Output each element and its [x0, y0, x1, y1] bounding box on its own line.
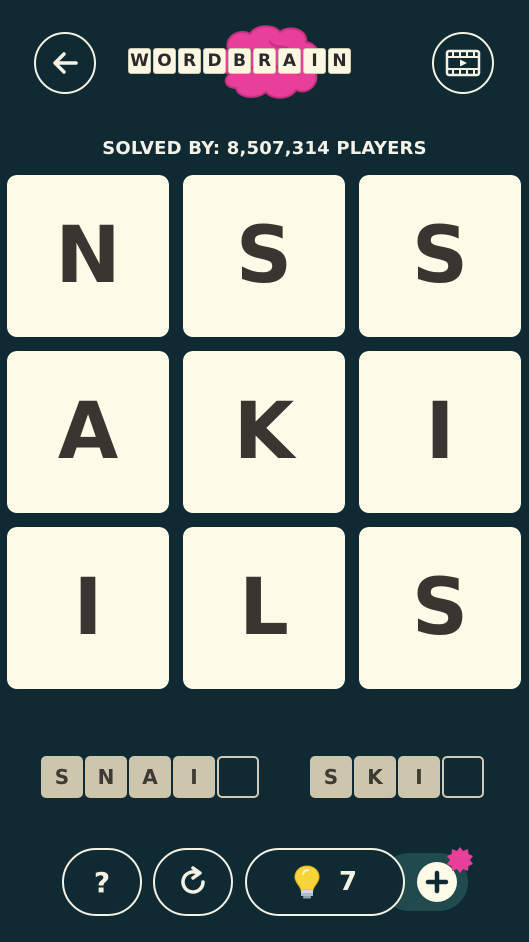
grid-tile[interactable]: L	[183, 527, 345, 689]
wordbrain-logo: W O R D B R A I N	[128, 22, 402, 106]
refresh-icon	[181, 866, 205, 894]
grid-tile[interactable]: A	[7, 351, 169, 513]
hints-button[interactable]: 7	[245, 848, 405, 916]
reset-button[interactable]	[153, 848, 233, 916]
answer-letter: I	[398, 756, 440, 798]
logo-letter: W	[128, 48, 151, 74]
help-button[interactable]: ?	[62, 848, 142, 916]
video-button[interactable]	[432, 32, 494, 94]
letter-grid: N S S A K I I L S	[7, 175, 521, 689]
grid-tile[interactable]: N	[7, 175, 169, 337]
notification-badge-icon	[447, 847, 473, 873]
grid-tile[interactable]: S	[359, 527, 521, 689]
hint-count: 7	[338, 867, 358, 897]
grid-tile[interactable]: S	[183, 175, 345, 337]
logo-letter: R	[253, 48, 276, 74]
logo-letter: B	[228, 48, 251, 74]
answer-letter: S	[310, 756, 352, 798]
answer-letter-empty	[442, 756, 484, 798]
logo-letter: A	[278, 48, 301, 74]
back-button[interactable]	[34, 32, 96, 94]
answer-word-1: S N A I	[41, 756, 259, 798]
answer-word-2: S K I	[310, 756, 484, 798]
back-arrow-icon	[53, 52, 78, 74]
help-label: ?	[93, 865, 111, 899]
logo-letter: R	[178, 48, 201, 74]
answer-letter: K	[354, 756, 396, 798]
answer-letter: I	[173, 756, 215, 798]
video-play-icon	[445, 49, 481, 77]
lightbulb-icon	[294, 865, 320, 899]
grid-tile[interactable]: S	[359, 175, 521, 337]
answer-letter: A	[129, 756, 171, 798]
logo-letter: D	[203, 48, 226, 74]
answer-letter: S	[41, 756, 83, 798]
logo-letter: O	[153, 48, 176, 74]
logo-letter: N	[328, 48, 351, 74]
answer-letter-empty	[217, 756, 259, 798]
grid-tile[interactable]: I	[359, 351, 521, 513]
solved-by-count: SOLVED BY: 8,507,314 PLAYERS	[102, 138, 427, 159]
logo-letter: I	[303, 48, 326, 74]
grid-tile[interactable]: I	[7, 527, 169, 689]
grid-tile[interactable]: K	[183, 351, 345, 513]
answer-letter: N	[85, 756, 127, 798]
